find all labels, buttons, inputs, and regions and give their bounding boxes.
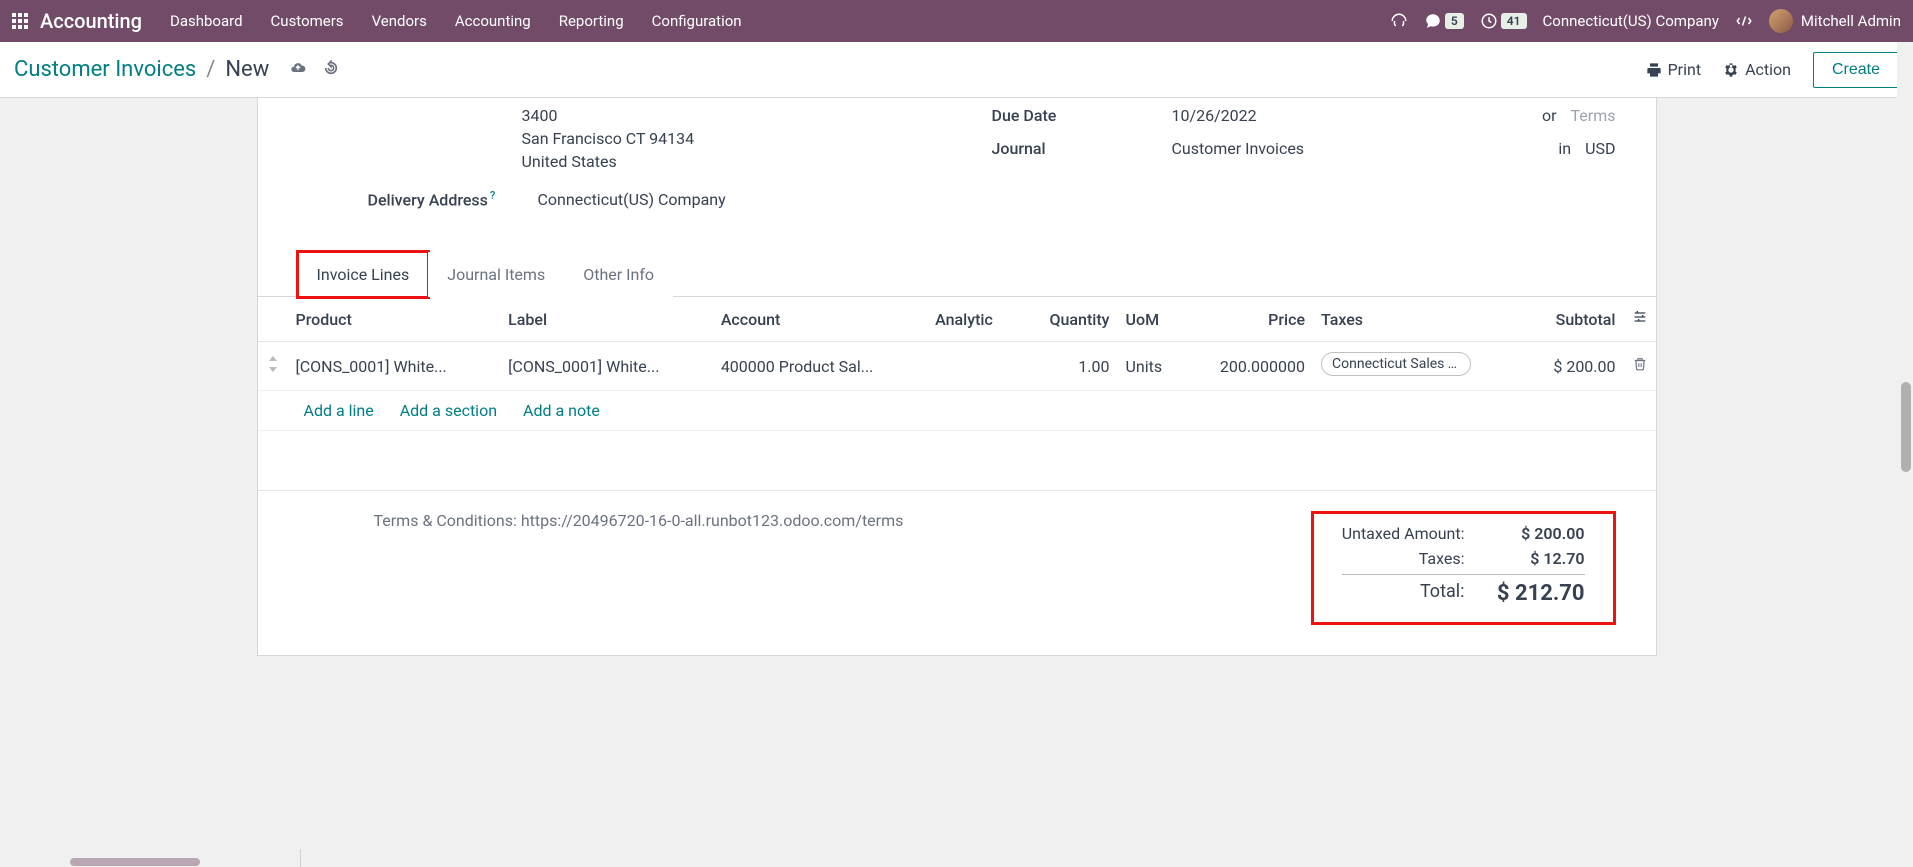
discard-icon[interactable] bbox=[323, 60, 339, 80]
cell-uom[interactable]: Units bbox=[1118, 342, 1185, 391]
control-panel: Customer Invoices / New Print Action Cre… bbox=[0, 42, 1913, 98]
print-label: Print bbox=[1668, 60, 1701, 79]
col-taxes: Taxes bbox=[1313, 297, 1524, 342]
in-text: in bbox=[1558, 139, 1571, 158]
cloud-save-icon[interactable] bbox=[289, 60, 307, 80]
tab-other-info[interactable]: Other Info bbox=[564, 252, 673, 297]
delete-row-icon[interactable] bbox=[1624, 342, 1656, 391]
control-panel-right: Print Action Create bbox=[1646, 52, 1899, 88]
breadcrumb-sep: / bbox=[206, 57, 215, 82]
invoice-lines-table: Product Label Account Analytic Quantity … bbox=[258, 297, 1656, 491]
vertical-scrollbar[interactable] bbox=[1897, 42, 1913, 867]
cell-product[interactable]: [CONS_0001] White... bbox=[288, 342, 501, 391]
menu-configuration[interactable]: Configuration bbox=[652, 12, 742, 30]
untaxed-value: $ 200.00 bbox=[1495, 524, 1585, 543]
address-line3: United States bbox=[522, 152, 992, 171]
col-price: Price bbox=[1184, 297, 1313, 342]
terms-conditions[interactable]: Terms & Conditions: https://20496720-16-… bbox=[298, 511, 904, 625]
topbar-right: 5 41 Connecticut(US) Company Mitchell Ad… bbox=[1390, 9, 1901, 33]
topbar: Accounting Dashboard Customers Vendors A… bbox=[0, 0, 1913, 42]
activities-badge: 41 bbox=[1501, 13, 1527, 29]
drag-handle-icon[interactable] bbox=[258, 342, 288, 391]
cell-taxes[interactable]: Connecticut Sales Tax ( bbox=[1313, 342, 1524, 391]
cell-quantity[interactable]: 1.00 bbox=[1021, 342, 1118, 391]
add-row: Add a line Add a section Add a note bbox=[258, 391, 1656, 431]
delivery-address-value[interactable]: Connecticut(US) Company bbox=[538, 190, 726, 209]
horizontal-scrollbar[interactable] bbox=[0, 857, 260, 867]
due-date-value[interactable]: 10/26/2022 bbox=[1172, 106, 1528, 125]
address-line2: San Francisco CT 94134 bbox=[522, 129, 992, 148]
cell-analytic[interactable] bbox=[927, 342, 1021, 391]
breadcrumb-current: New bbox=[225, 57, 269, 82]
breadcrumb-root[interactable]: Customer Invoices bbox=[14, 57, 196, 82]
cell-subtotal: $ 200.00 bbox=[1524, 342, 1623, 391]
main-menu: Dashboard Customers Vendors Accounting R… bbox=[170, 12, 1390, 30]
breadcrumb: Customer Invoices / New bbox=[14, 57, 339, 82]
col-account: Account bbox=[713, 297, 927, 342]
journal-value[interactable]: Customer Invoices bbox=[1172, 139, 1545, 158]
cell-label[interactable]: [CONS_0001] White... bbox=[500, 342, 713, 391]
messages-icon[interactable]: 5 bbox=[1424, 12, 1464, 30]
untaxed-label: Untaxed Amount: bbox=[1342, 524, 1465, 543]
menu-vendors[interactable]: Vendors bbox=[372, 12, 427, 30]
menu-accounting[interactable]: Accounting bbox=[455, 12, 531, 30]
taxes-label: Taxes: bbox=[1342, 549, 1465, 568]
apps-icon[interactable] bbox=[12, 13, 28, 29]
help-icon[interactable]: ? bbox=[490, 189, 495, 202]
support-icon[interactable] bbox=[1390, 12, 1408, 30]
col-label: Label bbox=[500, 297, 713, 342]
add-a-note[interactable]: Add a note bbox=[523, 401, 600, 420]
form-sheet: 3400 San Francisco CT 94134 United State… bbox=[257, 97, 1657, 656]
currency-value[interactable]: USD bbox=[1585, 139, 1615, 158]
or-text: or bbox=[1542, 106, 1557, 125]
cell-account[interactable]: 400000 Product Sal... bbox=[713, 342, 927, 391]
cell-price[interactable]: 200.000000 bbox=[1184, 342, 1313, 391]
total-label: Total: bbox=[1342, 581, 1465, 606]
column-options-icon[interactable] bbox=[1632, 310, 1648, 329]
col-product: Product bbox=[288, 297, 501, 342]
sheet-footer: Terms & Conditions: https://20496720-16-… bbox=[258, 491, 1656, 655]
app-brand[interactable]: Accounting bbox=[40, 9, 142, 33]
col-quantity: Quantity bbox=[1021, 297, 1118, 342]
messages-badge: 5 bbox=[1445, 13, 1464, 29]
address-line1: 3400 bbox=[522, 106, 992, 125]
menu-customers[interactable]: Customers bbox=[271, 12, 344, 30]
journal-label: Journal bbox=[992, 139, 1172, 158]
table-row[interactable]: [CONS_0001] White... [CONS_0001] White..… bbox=[258, 342, 1656, 391]
activities-icon[interactable]: 41 bbox=[1480, 12, 1527, 30]
menu-dashboard[interactable]: Dashboard bbox=[170, 12, 243, 30]
add-a-section[interactable]: Add a section bbox=[400, 401, 497, 420]
total-value: $ 212.70 bbox=[1495, 581, 1585, 606]
user-menu[interactable]: Mitchell Admin bbox=[1769, 9, 1901, 33]
tax-tag[interactable]: Connecticut Sales Tax ( bbox=[1321, 352, 1471, 376]
totals-box: Untaxed Amount: $ 200.00 Taxes: $ 12.70 … bbox=[1311, 511, 1616, 625]
avatar bbox=[1769, 9, 1793, 33]
scrollbar-thumb-h[interactable] bbox=[70, 858, 200, 866]
action-label: Action bbox=[1745, 60, 1791, 79]
col-analytic: Analytic bbox=[927, 297, 1021, 342]
debug-icon[interactable] bbox=[1735, 12, 1753, 30]
delivery-address-label: Delivery Address? bbox=[368, 189, 538, 209]
scrollbar-thumb[interactable] bbox=[1901, 382, 1911, 472]
taxes-value: $ 12.70 bbox=[1495, 549, 1585, 568]
tab-invoice-lines[interactable]: Invoice Lines bbox=[298, 252, 429, 297]
tab-journal-items[interactable]: Journal Items bbox=[428, 252, 564, 297]
company-selector[interactable]: Connecticut(US) Company bbox=[1543, 12, 1719, 30]
print-button[interactable]: Print bbox=[1646, 60, 1701, 79]
payment-terms-input[interactable]: Terms bbox=[1571, 106, 1616, 125]
create-button[interactable]: Create bbox=[1813, 52, 1899, 88]
tabs: Invoice Lines Journal Items Other Info bbox=[258, 251, 1656, 297]
action-button[interactable]: Action bbox=[1723, 60, 1791, 79]
col-subtotal: Subtotal bbox=[1524, 297, 1623, 342]
col-uom: UoM bbox=[1118, 297, 1185, 342]
due-date-label: Due Date bbox=[992, 106, 1172, 125]
user-name: Mitchell Admin bbox=[1801, 12, 1901, 30]
add-a-line[interactable]: Add a line bbox=[304, 401, 374, 420]
divider bbox=[300, 849, 301, 867]
menu-reporting[interactable]: Reporting bbox=[559, 12, 624, 30]
